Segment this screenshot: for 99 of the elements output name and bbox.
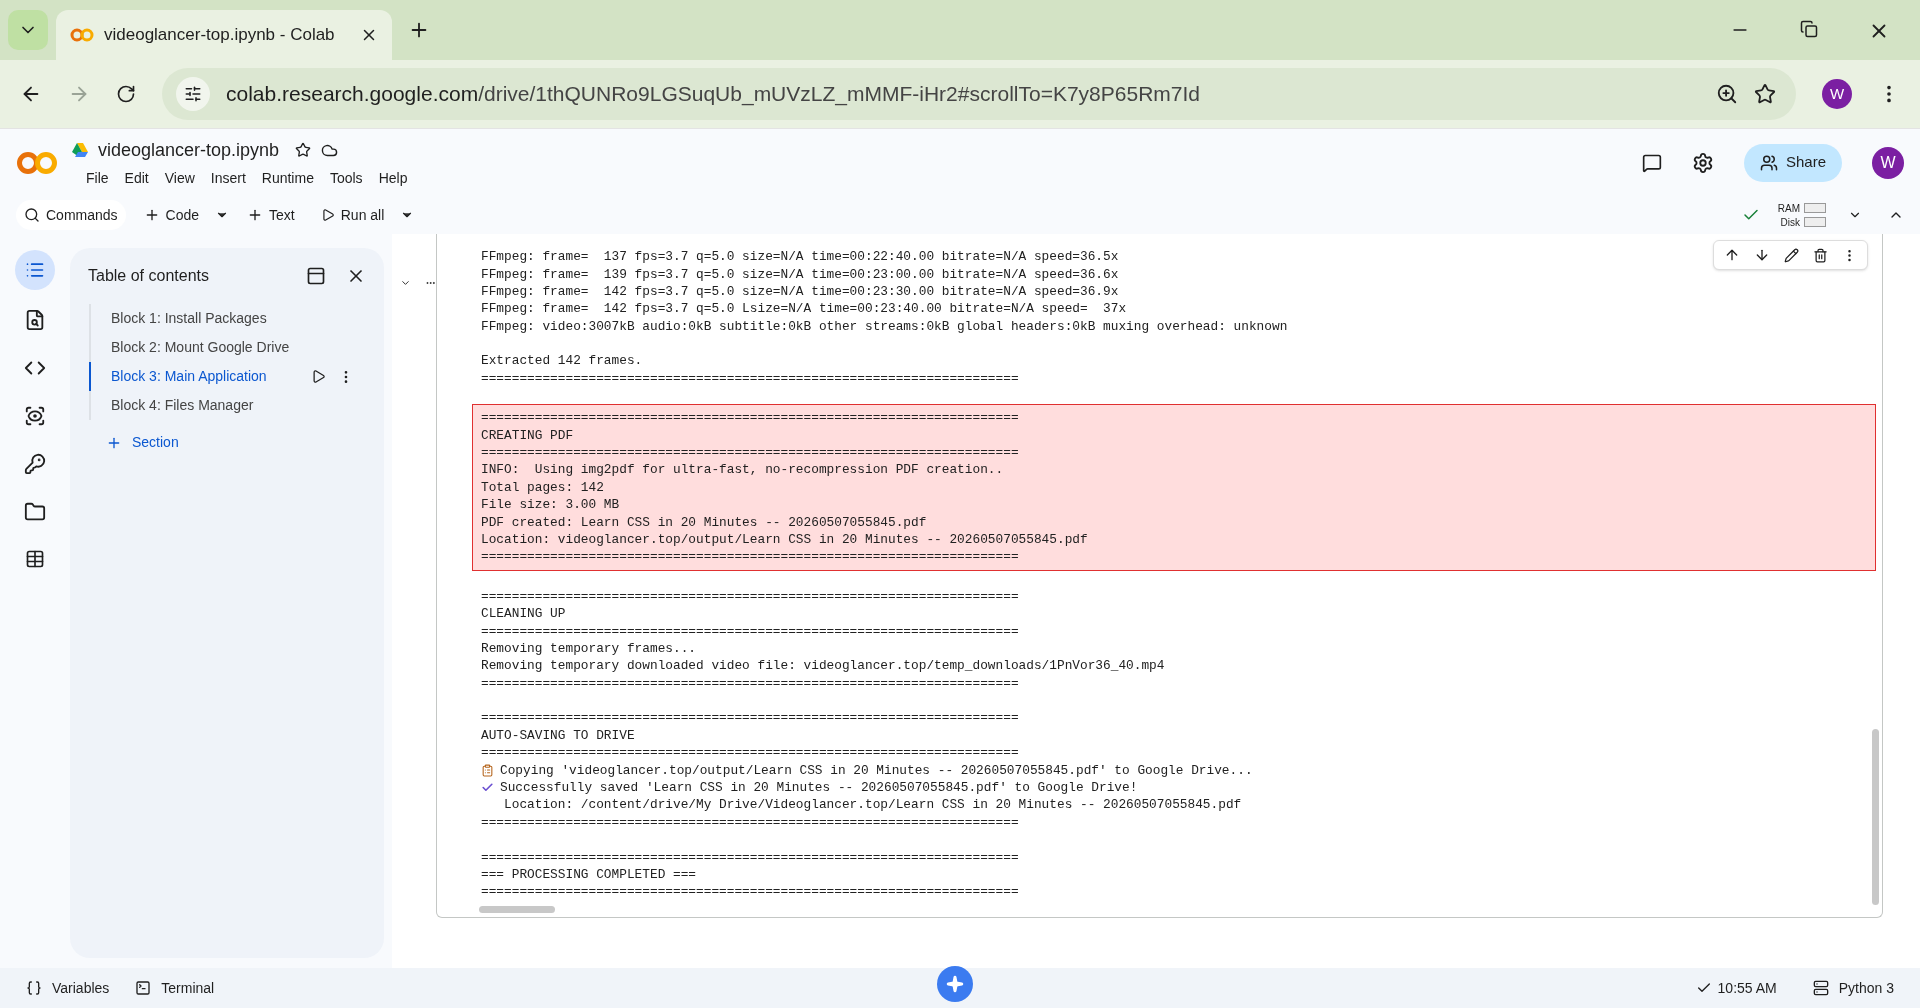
- eye-icon[interactable]: [24, 405, 46, 427]
- tab-title: videoglancer-top.ipynb - Colab: [104, 24, 336, 47]
- restore-icon[interactable]: [1800, 20, 1818, 38]
- find-icon[interactable]: [24, 309, 46, 331]
- panel-title: Table of contents: [88, 266, 210, 286]
- toc-icon[interactable]: [15, 250, 55, 290]
- toc-item[interactable]: Block 1: Install Packages: [89, 304, 366, 333]
- output-line: FFmpeg: frame= 142 fps=3.7 q=5.0 size=N/A time=00:23:30.00 bitrate=N/A speed=36.9x: [481, 282, 1119, 301]
- menu-item[interactable]: Insert: [210, 167, 246, 189]
- output-line: Extracted 142 frames.: [481, 352, 643, 371]
- output-line: ======================================================================: [481, 587, 1019, 606]
- output-line: ======================================================================: [481, 709, 1019, 728]
- colab-logo-icon: [16, 150, 58, 175]
- url-text: colab.research.google.com/drive/1thQUNRo9LGSuqUb_mUVzLZ_mMMF-iHr2#scrollTo=K7y8P65Rm7Id: [226, 81, 1201, 108]
- terminal-button[interactable]: Terminal: [135, 977, 215, 999]
- reload-icon[interactable]: [116, 84, 136, 104]
- star-icon[interactable]: [295, 142, 312, 158]
- server-icon: [1812, 980, 1829, 996]
- scrollbar-thumb[interactable]: [479, 906, 555, 913]
- toolbar-button[interactable]: Commands: [16, 200, 126, 230]
- menu-item[interactable]: Edit: [124, 167, 149, 189]
- profile-avatar[interactable]: W: [1822, 79, 1852, 109]
- sparkle-icon: [945, 975, 964, 993]
- output-line: Successfully saved 'Learn CSS in 20 Minutes -- 20260507055845.pdf' to Google Drive!: [500, 779, 1138, 798]
- output-line: INFO: Using img2pdf for ultra-fast, no-recompression PDF creation..: [481, 461, 1004, 480]
- play-icon[interactable]: [311, 369, 326, 384]
- output-line: FFmpeg: video:3007kB audio:0kB subtitle:0kB other streams:0kB global headers:0kB muxing overhead: unknown: [481, 317, 1288, 336]
- move-up-icon[interactable]: [1724, 247, 1740, 263]
- menu-item[interactable]: Help: [378, 167, 408, 189]
- toc-item[interactable]: Block 3: Main Application: [89, 362, 311, 391]
- output-line: Location: videoglancer.top/output/Learn CSS in 20 Minutes -- 20260507055845.pdf: [481, 530, 1088, 549]
- runtime-button[interactable]: Python 3: [1812, 977, 1894, 999]
- output-line: File size: 3.00 MB: [481, 496, 620, 515]
- output-line: CLEANING UP: [481, 605, 566, 624]
- toolbar-button[interactable]: Run all: [312, 200, 393, 230]
- variables-button[interactable]: Variables: [26, 977, 110, 999]
- resource-meter: [1804, 203, 1826, 213]
- bookmark-star-icon[interactable]: [1754, 83, 1776, 105]
- site-info-icon[interactable]: [184, 85, 202, 103]
- menu-item[interactable]: Tools: [329, 167, 363, 189]
- toc-item[interactable]: Block 2: Mount Google Drive: [89, 333, 366, 362]
- output-line: ======================================================================: [481, 622, 1019, 641]
- profile-avatar[interactable]: W: [1872, 146, 1904, 179]
- scrollbar-thumb[interactable]: [1872, 729, 1879, 905]
- toolbar-button[interactable]: Text: [239, 200, 303, 230]
- search-icon: [24, 207, 40, 223]
- browser-tab[interactable]: videoglancer-top.ipynb - Colab: [56, 10, 392, 60]
- play-icon: [320, 208, 335, 222]
- zoom-icon[interactable]: [1716, 83, 1738, 105]
- output-line: ======================================================================: [481, 369, 1019, 388]
- output-line: FFmpeg: frame= 137 fps=3.7 q=5.0 size=N/A time=00:22:40.00 bitrate=N/A speed=36.5x: [481, 248, 1119, 267]
- toc-item[interactable]: Block 4: Files Manager: [89, 391, 366, 420]
- output-line: FFmpeg: frame= 139 fps=3.7 q=5.0 size=N/A time=00:23:00.00 bitrate=N/A speed=36.6x: [481, 265, 1119, 284]
- drive-icon: [72, 143, 88, 157]
- menu-item[interactable]: View: [164, 167, 195, 189]
- key-icon[interactable]: [24, 453, 46, 475]
- output-line: Location: /content/drive/My Drive/Videoglancer.top/Learn CSS in 20 Minutes -- 20260507055845.pdf: [503, 796, 1242, 815]
- gemini-button[interactable]: [936, 966, 973, 1002]
- output-line: ======================================================================: [481, 883, 1019, 902]
- time-text: 10:55 AM: [1717, 978, 1777, 998]
- output-line: ======================================================================: [481, 813, 1019, 832]
- clipboard-icon: [481, 763, 494, 777]
- output-line: AUTO-SAVING TO DRIVE: [481, 726, 635, 745]
- output-line: FFmpeg: frame= 142 fps=3.7 q=5.0 Lsize=N/A time=00:23:40.00 bitrate=N/A speed= 37x: [481, 300, 1127, 319]
- output-line: ======================================================================: [481, 444, 1019, 462]
- output-line: ======================================================================: [481, 409, 1019, 428]
- delete-icon[interactable]: [1813, 247, 1828, 263]
- output-line: ======================================================================: [481, 548, 1019, 567]
- menu-item[interactable]: Runtime: [261, 167, 314, 189]
- panel-icon[interactable]: [306, 266, 326, 286]
- share-button[interactable]: Share: [1743, 143, 1842, 182]
- resource-label: Disk: [1780, 215, 1800, 230]
- output-line: Removing temporary frames...: [481, 639, 697, 658]
- braces-icon: [26, 980, 42, 996]
- output-line: CREATING PDF: [481, 426, 574, 445]
- output-line: Total pages: 142: [481, 478, 604, 497]
- add-section-button[interactable]: Section: [106, 432, 179, 453]
- menu-item[interactable]: File: [86, 167, 109, 189]
- resource-label: RAM: [1777, 201, 1800, 216]
- output-line: ======================================================================: [481, 674, 1019, 693]
- resource-meter: [1804, 217, 1826, 227]
- output-line: ======================================================================: [481, 848, 1019, 867]
- output-line: Removing temporary downloaded video file: videoglancer.top/temp_downloads/1PnVor36_40.mp4: [481, 657, 1165, 676]
- output-line: === PROCESSING COMPLETED ===: [481, 866, 697, 884]
- address-bar[interactable]: colab.research.google.com/drive/1thQUNRo9LGSuqUb_mUVzLZ_mMMF-iHr2#scrollTo=K7y8P65Rm7Id: [162, 68, 1796, 120]
- output-line: Copying 'videoglancer.top/output/Learn CSS in 20 Minutes -- 20260507055845.pdf' to Google Drive...: [500, 761, 1253, 780]
- comment-icon[interactable]: [1641, 152, 1662, 173]
- settings-icon[interactable]: [1691, 151, 1714, 174]
- edit-icon[interactable]: [1784, 247, 1799, 263]
- toolbar-button[interactable]: Code: [135, 200, 208, 230]
- terminal-icon: [135, 980, 152, 996]
- folder-icon[interactable]: [24, 501, 46, 523]
- colab-logo-icon: [70, 28, 94, 42]
- table-icon[interactable]: [25, 549, 45, 569]
- move-down-icon[interactable]: [1754, 247, 1770, 263]
- output-line: PDF created: Learn CSS in 20 Minutes -- 20260507055845.pdf: [481, 513, 927, 532]
- people-icon: [1759, 153, 1778, 172]
- output-line: ======================================================================: [481, 744, 1019, 763]
- notebook-title[interactable]: videoglancer-top.ipynb: [98, 136, 280, 164]
